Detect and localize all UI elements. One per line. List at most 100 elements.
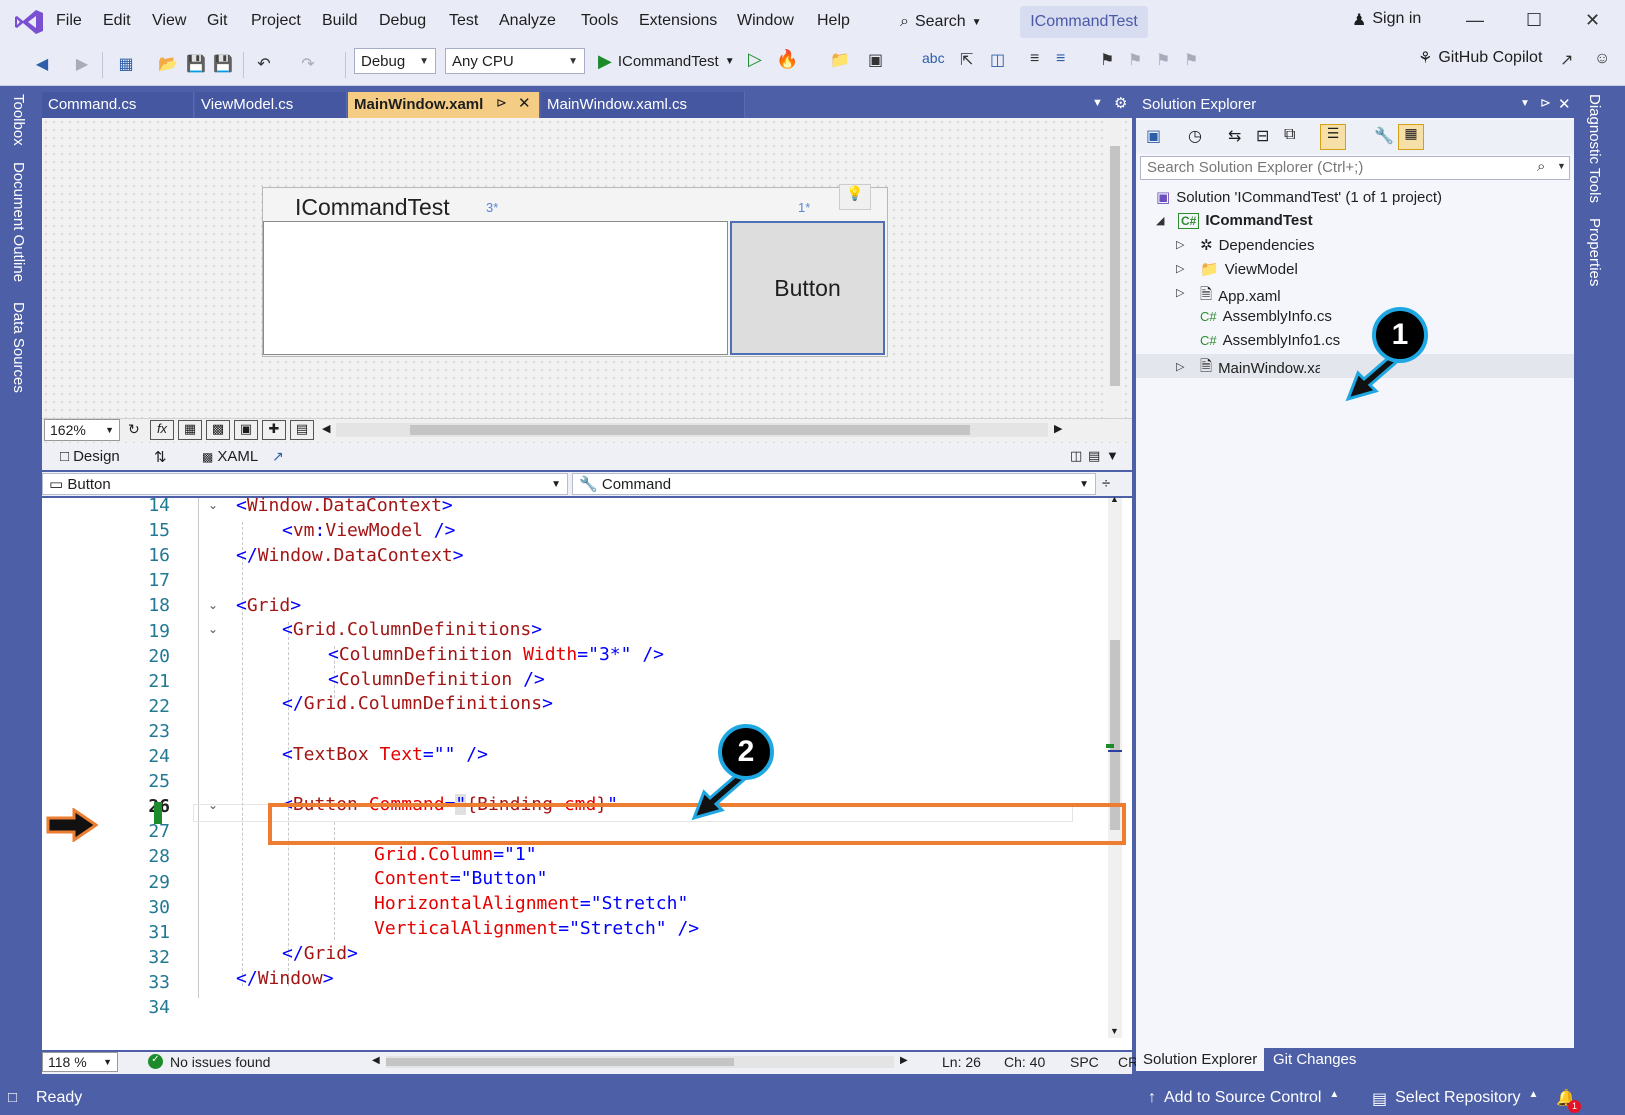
fold-chevron-icon[interactable]: ⌄ <box>208 798 218 812</box>
tree-solution[interactable]: ▣ Solution 'ICommandTest' (1 of 1 project… <box>1156 188 1442 207</box>
new-project-icon[interactable]: ▦ <box>116 56 136 74</box>
column-width-marker[interactable]: 1* <box>798 200 810 215</box>
code-line[interactable]: Grid.Column="1" <box>374 844 537 865</box>
snap-gridlines-icon[interactable]: ✚ <box>262 420 286 440</box>
menu-git[interactable]: Git <box>207 12 227 30</box>
code-line[interactable]: HorizontalAlignment="Stretch" <box>374 893 688 914</box>
tree-project[interactable]: C# ICommandTest <box>1178 212 1313 229</box>
artboard-icon[interactable]: ▩ <box>206 420 230 440</box>
github-copilot-button[interactable]: ⚘ GitHub Copilot <box>1418 48 1542 68</box>
button-preview[interactable]: Button <box>730 221 885 355</box>
tab-mainwindow-xaml[interactable]: MainWindow.xaml ⊳ ✕ <box>348 92 540 118</box>
forward-icon[interactable]: ▶ <box>72 56 92 74</box>
properties-tab[interactable]: Properties <box>1586 218 1603 286</box>
properties-wrench-icon[interactable]: 🔧 <box>1374 126 1394 146</box>
code-line[interactable]: VerticalAlignment="Stretch" /> <box>374 918 699 939</box>
select-repository-button[interactable]: ▤ Select Repository ▲ <box>1372 1089 1538 1109</box>
column-width-marker[interactable]: 3* <box>486 200 498 215</box>
split-editor-icon[interactable]: ÷ <box>1102 475 1110 492</box>
preview-selected-icon[interactable]: ▦ <box>1398 124 1424 150</box>
code-line[interactable]: <Grid.ColumnDefinitions> <box>282 619 542 640</box>
fold-chevron-icon[interactable]: ⌄ <box>208 598 218 612</box>
column-indicator[interactable]: Ch: 40 <box>1004 1054 1045 1070</box>
layout-icon[interactable]: ▣ <box>868 50 883 70</box>
show-all-files-icon[interactable]: ⧉ <box>1284 126 1295 144</box>
collapsed-arrow-icon[interactable]: ▷ <box>1176 286 1184 299</box>
scroll-up-icon[interactable]: ▲ <box>1110 494 1119 504</box>
clear-bookmarks-icon[interactable]: ⚑ <box>1184 50 1198 70</box>
panel-menu-icon[interactable]: ▼ <box>1520 98 1530 109</box>
menu-debug[interactable]: Debug <box>379 12 426 30</box>
scroll-left-icon[interactable]: ◀ <box>322 422 330 435</box>
window-preview[interactable]: ICommandTest 3* 1* Button 💡 <box>262 184 888 357</box>
menu-project[interactable]: Project <box>251 12 301 30</box>
maximize-icon[interactable]: ☐ <box>1526 10 1542 31</box>
whitespace-indicator[interactable]: SPC <box>1070 1054 1099 1070</box>
scroll-right-icon[interactable]: ▶ <box>1054 422 1062 435</box>
configuration-select[interactable]: Debug ▼ <box>354 48 436 74</box>
redo-icon[interactable]: ↷ <box>298 56 318 74</box>
menu-file[interactable]: File <box>56 12 82 30</box>
platform-select[interactable]: Any CPU ▼ <box>445 48 585 74</box>
menu-test[interactable]: Test <box>449 12 478 30</box>
element-navigator-select[interactable]: ▭ Button ▼ <box>42 473 568 495</box>
toolbox-tab[interactable]: Toolbox <box>10 94 27 146</box>
code-line[interactable]: <ColumnDefinition /> <box>328 669 545 690</box>
tab-solution-explorer[interactable]: Solution Explorer <box>1136 1048 1265 1071</box>
data-sources-tab[interactable]: Data Sources <box>10 302 27 393</box>
horizontal-split-icon[interactable]: ▤ <box>1088 448 1100 464</box>
code-line[interactable]: <TextBox Text="" /> <box>282 744 488 765</box>
line-indicator[interactable]: Ln: 26 <box>942 1054 981 1070</box>
xaml-tab[interactable]: ▩ XAML <box>202 448 258 465</box>
diagnostic-tools-tab[interactable]: Diagnostic Tools <box>1586 94 1603 203</box>
switch-views-icon[interactable]: ▣ <box>1146 126 1161 146</box>
share-icon[interactable]: ↗ <box>1560 50 1573 70</box>
fold-chevron-icon[interactable]: ⌄ <box>208 622 218 636</box>
swap-panes-icon[interactable]: ⇅ <box>154 448 167 466</box>
collapsed-arrow-icon[interactable]: ▷ <box>1176 262 1184 275</box>
menu-extensions[interactable]: Extensions <box>639 12 717 30</box>
collapse-pane-icon[interactable]: ▼ <box>1106 448 1119 463</box>
visual-studio-logo-icon[interactable] <box>14 9 44 35</box>
close-tab-icon[interactable]: ✕ <box>518 94 531 112</box>
pending-changes-icon[interactable]: ◷ <box>1188 126 1202 146</box>
scroll-left-icon[interactable]: ◀ <box>372 1055 380 1066</box>
menu-edit[interactable]: Edit <box>103 12 131 30</box>
spell-check-icon[interactable]: abc <box>922 50 945 66</box>
search-menu[interactable]: ⌕ Search ▼ <box>900 8 982 36</box>
designer-vertical-scrollbar[interactable] <box>1108 118 1122 418</box>
tree-dependencies[interactable]: ✲ Dependencies <box>1200 236 1314 255</box>
effects-icon[interactable]: fx <box>150 420 174 440</box>
save-all-icon[interactable]: 💾 <box>213 56 233 74</box>
bookmark-icon[interactable]: ⚑ <box>1100 50 1114 70</box>
collapsed-arrow-icon[interactable]: ▷ <box>1176 360 1184 373</box>
sign-in-button[interactable]: ♟ Sign in <box>1352 10 1421 30</box>
prev-bookmark-icon[interactable]: ⚑ <box>1128 50 1142 70</box>
issues-status[interactable]: No issues found <box>170 1054 270 1070</box>
search-options-icon[interactable]: ▼ <box>1557 161 1566 171</box>
code-editor[interactable]: 1415161718192021222324252627282930313233… <box>42 494 1132 1050</box>
menu-analyze[interactable]: Analyze <box>499 12 556 30</box>
tab-viewmodel-cs[interactable]: ViewModel.cs <box>195 92 347 118</box>
add-to-source-control-button[interactable]: ↑ Add to Source Control ▲ <box>1148 1089 1339 1107</box>
menu-view[interactable]: View <box>152 12 186 30</box>
settings-gear-icon[interactable]: ⚙ <box>1114 94 1127 112</box>
start-debugging-button[interactable]: ▶ ICommandTest ▼ <box>598 48 735 74</box>
solution-search-input[interactable]: Search Solution Explorer (Ctrl+;) ⌕ ▼ <box>1140 156 1570 180</box>
minimize-icon[interactable]: — <box>1466 10 1484 31</box>
filter-icon[interactable]: ☰ <box>1320 124 1346 150</box>
scroll-down-icon[interactable]: ▼ <box>1110 1026 1119 1036</box>
popout-xaml-icon[interactable]: ↗ <box>272 448 284 465</box>
code-line[interactable]: <vm:ViewModel /> <box>282 520 455 541</box>
tree-assemblyinfo1[interactable]: C# AssemblyInfo1.cs <box>1200 332 1340 349</box>
display-layout-icon[interactable]: ◫ <box>990 50 1005 70</box>
quick-actions-lightbulb-icon[interactable]: 💡 <box>839 184 871 210</box>
scroll-right-icon[interactable]: ▶ <box>900 1055 908 1066</box>
next-bookmark-icon[interactable]: ⚑ <box>1156 50 1170 70</box>
tab-command-cs[interactable]: Command.cs <box>42 92 194 118</box>
editor-zoom-select[interactable]: 118 % ▼ <box>42 1052 118 1072</box>
snap-lines-icon[interactable]: ▤ <box>290 420 314 440</box>
fold-chevron-icon[interactable]: ⌄ <box>208 498 218 512</box>
close-icon[interactable]: ✕ <box>1585 10 1600 31</box>
tree-assemblyinfo[interactable]: C# AssemblyInfo.cs <box>1200 308 1332 325</box>
